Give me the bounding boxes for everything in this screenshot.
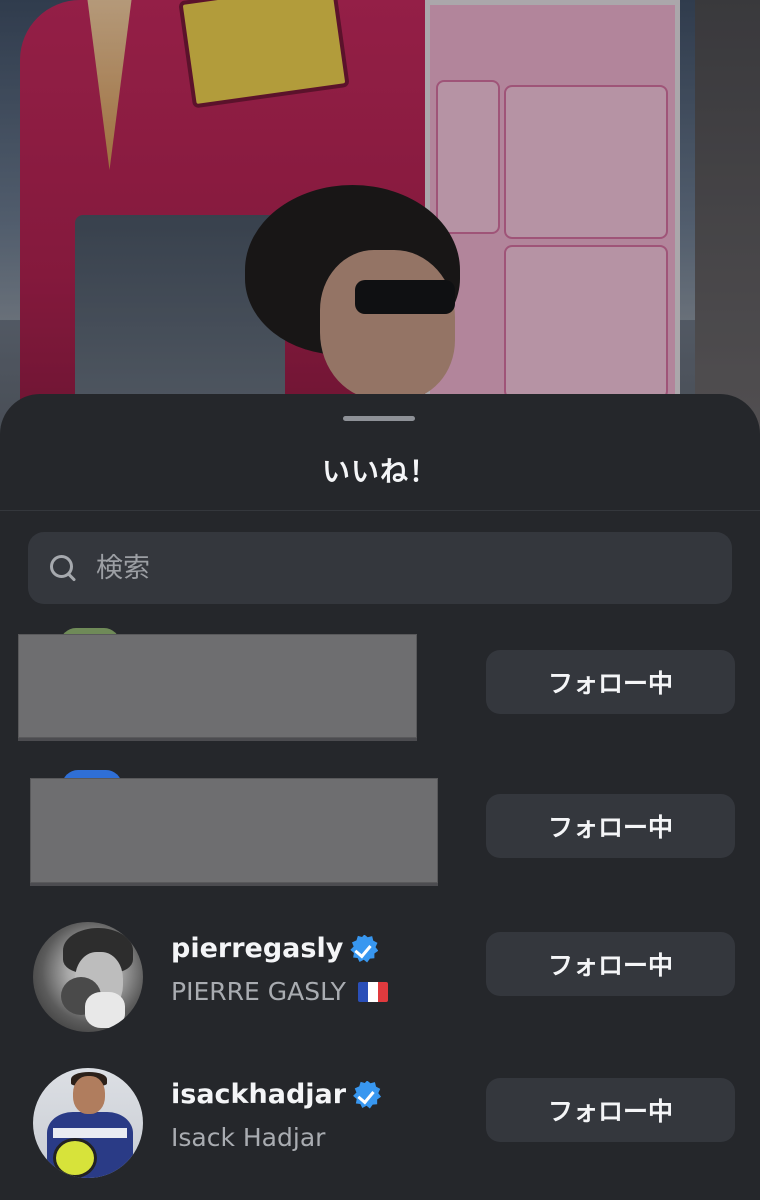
list-item[interactable]: フォロー中 <box>0 770 760 898</box>
username[interactable]: pierregasly <box>171 933 343 964</box>
post-background-photo <box>0 0 760 460</box>
search-bar[interactable] <box>28 532 732 604</box>
search-input[interactable] <box>94 551 658 585</box>
redacted-user-info <box>30 778 438 883</box>
search-icon <box>50 555 77 582</box>
sheet-title: いいね！ <box>321 455 438 488</box>
list-item[interactable]: pierregasly PIERRE GASLY フォロー中 <box>0 916 760 1036</box>
divider <box>0 510 760 511</box>
avatar[interactable] <box>33 922 143 1032</box>
following-button[interactable]: フォロー中 <box>486 932 735 996</box>
following-button[interactable]: フォロー中 <box>486 650 735 714</box>
sheet-drag-handle[interactable] <box>343 416 415 421</box>
following-button[interactable]: フォロー中 <box>486 794 735 858</box>
avatar[interactable] <box>33 1068 143 1178</box>
following-button[interactable]: フォロー中 <box>486 1078 735 1142</box>
verified-badge-icon <box>353 1080 382 1109</box>
full-name: PIERRE GASLY <box>171 977 388 1006</box>
list-item[interactable]: isackhadjar Isack Hadjar フォロー中 <box>0 1062 760 1182</box>
redacted-user-info <box>18 634 417 738</box>
username[interactable]: isackhadjar <box>171 1079 346 1110</box>
list-item[interactable]: フォロー中 <box>0 628 760 754</box>
full-name: Isack Hadjar <box>171 1123 326 1152</box>
verified-badge-icon <box>350 934 379 963</box>
france-flag-icon <box>357 982 388 1002</box>
likes-sheet: いいね！ フォロー中 フォロー中 pierregasly PIERRE GASL… <box>0 394 760 1200</box>
